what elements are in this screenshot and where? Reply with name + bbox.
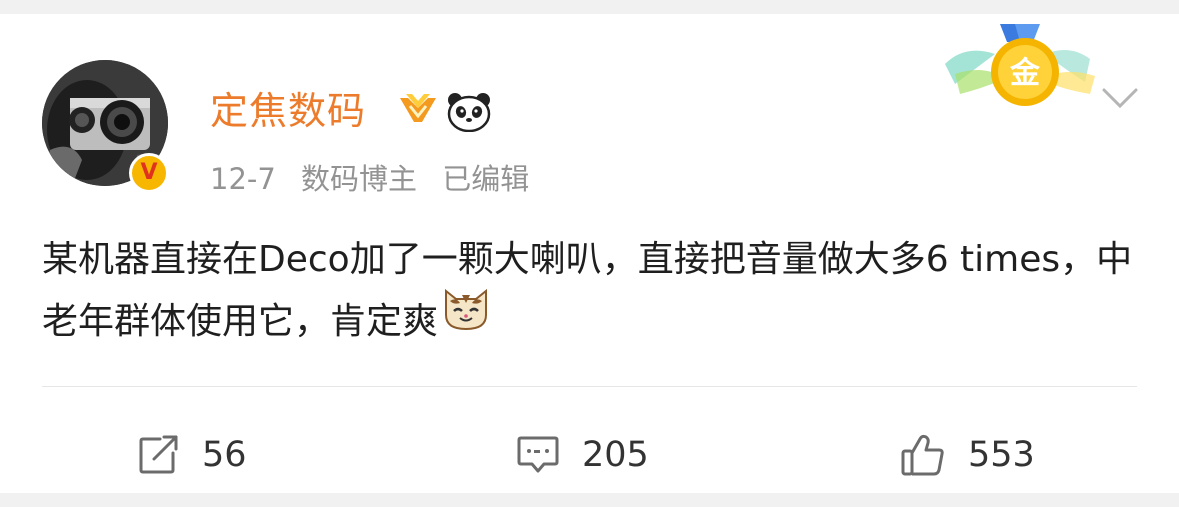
author-role: 数码博主 — [301, 162, 418, 196]
weibo-post-card: V 定焦数码 12-7 数码博主 已编辑 金 某机器直接在Deco加了一颗大喇叭… — [0, 14, 1179, 493]
share-icon — [139, 435, 178, 474]
verified-badge-label: V — [140, 160, 158, 185]
post-date: 12-7 — [210, 162, 276, 196]
divider — [42, 386, 1137, 387]
thumbs-up-icon — [901, 434, 944, 476]
comment-count: 205 — [582, 435, 649, 475]
post-text: 某机器直接在Deco加了一颗大喇叭，直接把音量做大多6 times，中老年群体使… — [42, 229, 1137, 355]
share-button[interactable]: 56 — [138, 432, 247, 478]
vip-crown-icon[interactable] — [398, 92, 438, 128]
verified-badge-icon: V — [129, 153, 169, 193]
username[interactable]: 定焦数码 — [210, 80, 366, 135]
edited-label[interactable]: 已编辑 — [442, 162, 529, 196]
like-button[interactable]: 553 — [900, 432, 1035, 478]
medal-label: 金 — [1009, 56, 1041, 91]
share-count: 56 — [202, 435, 247, 475]
comment-button[interactable]: 205 — [516, 432, 649, 478]
post-meta: 12-7 数码博主 已编辑 — [210, 156, 545, 198]
post-body: 某机器直接在Deco加了一颗大喇叭，直接把音量做大多6 times，中老年群体使… — [42, 239, 1133, 342]
cat-emoji-icon — [442, 287, 490, 351]
gold-medal-icon[interactable]: 金 — [945, 24, 1095, 112]
comment-icon — [517, 436, 559, 473]
panda-icon[interactable] — [446, 92, 492, 132]
chevron-down-icon[interactable] — [1100, 86, 1140, 110]
like-count: 553 — [968, 435, 1035, 475]
